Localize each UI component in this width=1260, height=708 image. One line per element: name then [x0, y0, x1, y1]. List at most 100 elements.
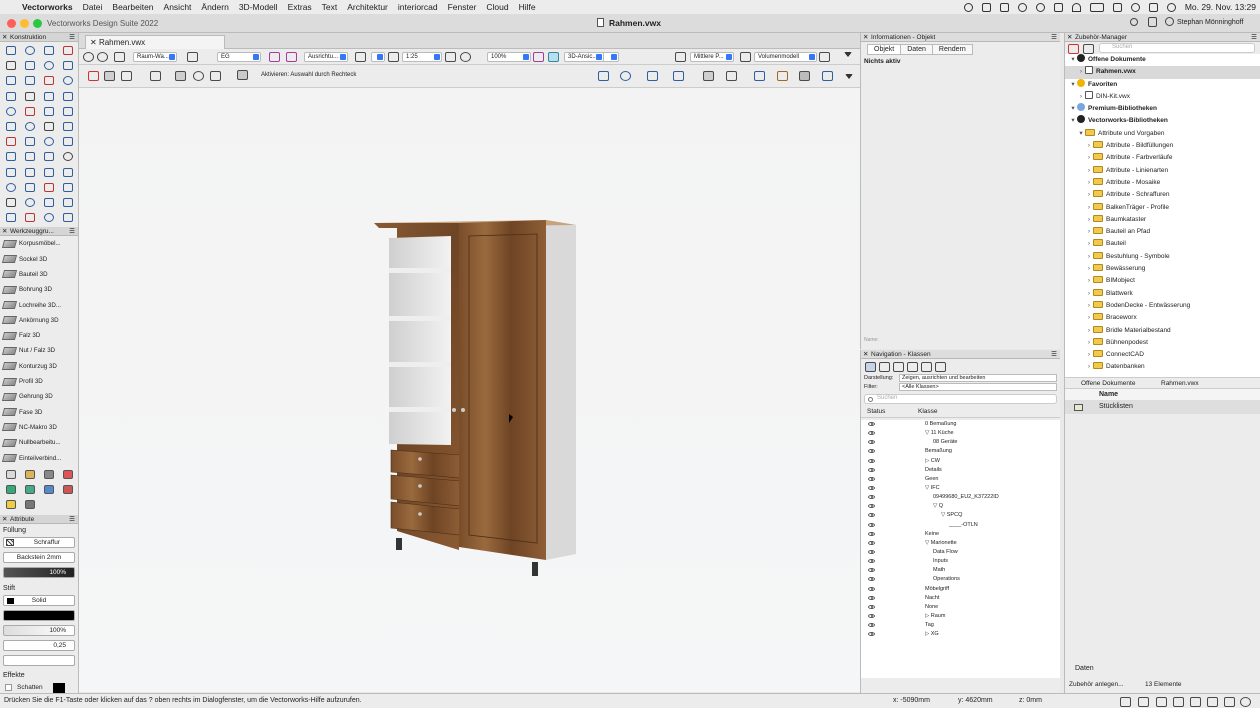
tab-objekt[interactable]: Objekt — [867, 44, 902, 55]
class-row[interactable]: 0 Bemaßung — [861, 420, 1060, 429]
menu-icon[interactable]: ☰ — [1051, 350, 1057, 359]
layer-select[interactable]: Raum-Wa... — [133, 52, 177, 62]
mode-icon-2[interactable] — [104, 71, 115, 81]
visibility-eye-icon[interactable] — [868, 440, 875, 445]
resource-tree-item[interactable]: › Bestuhlung - Symbole — [1065, 251, 1260, 263]
status-icon-5[interactable] — [1035, 2, 1045, 12]
mode-icon-4[interactable] — [150, 71, 161, 81]
tool-set-icon[interactable] — [20, 467, 39, 482]
construction-tool-icon[interactable] — [1, 165, 20, 180]
grid-icon-1[interactable] — [269, 52, 280, 62]
minimize-window-button[interactable] — [20, 19, 29, 28]
construction-tool-icon[interactable] — [20, 104, 39, 119]
nav-search[interactable]: Suchen — [864, 394, 1057, 404]
library-icon[interactable] — [1083, 44, 1094, 54]
resource-tree-item[interactable]: › ConnectCAD — [1065, 349, 1260, 361]
construction-tool-icon[interactable] — [1, 210, 20, 225]
tool-item[interactable]: Bohrung 3D — [0, 282, 78, 297]
pause-icon[interactable] — [1224, 697, 1235, 707]
filter-select[interactable]: <Alle Klassen> — [899, 383, 1057, 391]
construction-tool-icon[interactable] — [20, 210, 39, 225]
alignment-select[interactable]: Ausrichtu... — [304, 52, 348, 62]
disclosure-arrow-icon[interactable]: › — [1085, 361, 1093, 373]
tool-item[interactable]: Sockel 3D — [0, 252, 78, 267]
construction-tool-icon[interactable] — [39, 180, 58, 195]
tool-set-icon[interactable] — [39, 482, 58, 497]
zub-search-input[interactable]: Suchen — [1099, 43, 1255, 53]
status-column[interactable]: Status — [867, 408, 885, 415]
render-select[interactable]: Volumenmodell — [754, 52, 817, 62]
name-column[interactable]: Name — [1099, 391, 1118, 398]
visibility-eye-icon[interactable] — [868, 467, 875, 472]
disclosure-arrow-icon[interactable]: › — [1085, 177, 1093, 189]
class-row[interactable]: None — [861, 603, 1060, 612]
search-icon[interactable] — [1130, 2, 1140, 12]
construction-tool-icon[interactable] — [20, 149, 39, 164]
disclosure-arrow-icon[interactable]: › — [1085, 263, 1093, 275]
close-icon[interactable]: ✕ — [90, 38, 99, 47]
class-row[interactable]: ▽ SPCQ — [861, 511, 1060, 520]
snap-icon-2[interactable] — [620, 71, 631, 81]
class-row[interactable]: Operations — [861, 575, 1060, 584]
tool-item[interactable]: Nut / Falz 3D — [0, 343, 78, 358]
class-row[interactable]: Tag — [861, 621, 1060, 630]
resource-tree-item[interactable]: › BodenDecke - Entwässerung — [1065, 300, 1260, 312]
class-row[interactable]: ▽ Marionette — [861, 539, 1060, 548]
wifi-icon[interactable] — [1071, 2, 1081, 12]
menu-icon[interactable]: ☰ — [69, 227, 75, 236]
menu-icon[interactable]: ☰ — [1051, 33, 1057, 42]
disclosure-arrow-icon[interactable]: › — [1085, 325, 1093, 337]
construction-tool-icon[interactable] — [20, 195, 39, 210]
construction-tool-icon[interactable] — [20, 58, 39, 73]
tool-set-icon[interactable] — [1, 467, 20, 482]
status-icon-d[interactable] — [1173, 697, 1184, 707]
menu-item-interiorcad[interactable]: interiorcad — [398, 2, 438, 12]
tool-item[interactable]: Bauteil 3D — [0, 267, 78, 282]
class-row[interactable]: ▽ IFC — [861, 484, 1060, 493]
menu-icon[interactable]: ☰ — [1251, 33, 1257, 42]
construction-tool-icon[interactable] — [20, 165, 39, 180]
disclosure-arrow-icon[interactable]: ▾ — [1069, 79, 1077, 91]
zoom-fit-icon[interactable] — [445, 52, 456, 62]
drawing-canvas[interactable] — [79, 88, 860, 692]
battery-icon[interactable] — [1089, 2, 1104, 12]
visibility-eye-icon[interactable] — [868, 540, 875, 545]
close-icon[interactable]: ✕ — [2, 33, 7, 42]
tool-item[interactable]: Ankörnung 3D — [0, 313, 78, 328]
resource-tree-item[interactable]: ▾ Attribute und Vorgaben — [1065, 128, 1260, 140]
construction-tool-icon[interactable] — [39, 104, 58, 119]
construction-tool-icon[interactable] — [20, 73, 39, 88]
tool-item[interactable]: Gehrung 3D — [0, 389, 78, 404]
status-icon-6[interactable] — [1053, 2, 1063, 12]
layers-icon[interactable] — [114, 52, 125, 62]
tool-item[interactable]: Profil 3D — [0, 374, 78, 389]
toolbar-more-icon[interactable] — [845, 74, 853, 79]
snap-icon-6[interactable] — [726, 71, 737, 81]
tool-item[interactable]: Fase 3D — [0, 405, 78, 420]
unnamed-select[interactable] — [371, 52, 385, 62]
construction-tool-icon[interactable] — [58, 180, 77, 195]
visibility-eye-icon[interactable] — [868, 577, 875, 582]
disclosure-arrow-icon[interactable]: › — [1085, 202, 1093, 214]
rotate-plan-icon[interactable] — [533, 52, 544, 62]
visibility-eye-icon[interactable] — [868, 623, 875, 628]
fill-name-field[interactable]: Backstein 2mm — [3, 551, 75, 563]
construction-tool-icon[interactable] — [1, 134, 20, 149]
construction-tool-icon[interactable] — [20, 43, 39, 58]
light-select[interactable]: Mittlere P... — [690, 52, 734, 62]
klasse-column[interactable]: Klasse — [918, 408, 938, 415]
siri-icon[interactable] — [1166, 2, 1176, 12]
menu-item-fenster[interactable]: Fenster — [448, 2, 477, 12]
pen-type-select[interactable]: Solid — [3, 594, 75, 606]
menu-item-bearbeiten[interactable]: Bearbeiten — [112, 2, 153, 12]
disclosure-arrow-icon[interactable]: › — [1085, 152, 1093, 164]
disclosure-arrow-icon[interactable]: › — [1085, 275, 1093, 287]
construction-tool-icon[interactable] — [39, 43, 58, 58]
classes-icon[interactable] — [865, 362, 876, 372]
disclosure-arrow-icon[interactable]: › — [1085, 189, 1093, 201]
close-icon[interactable]: ✕ — [863, 350, 868, 359]
class-row[interactable]: 09499680_EU2_K37222ID — [861, 493, 1060, 502]
class-row[interactable]: Bemaßung — [861, 447, 1060, 456]
resource-tree-item[interactable]: › Bridle Materialbestand — [1065, 325, 1260, 337]
class-row[interactable]: ▽ 11 Küche — [861, 429, 1060, 438]
